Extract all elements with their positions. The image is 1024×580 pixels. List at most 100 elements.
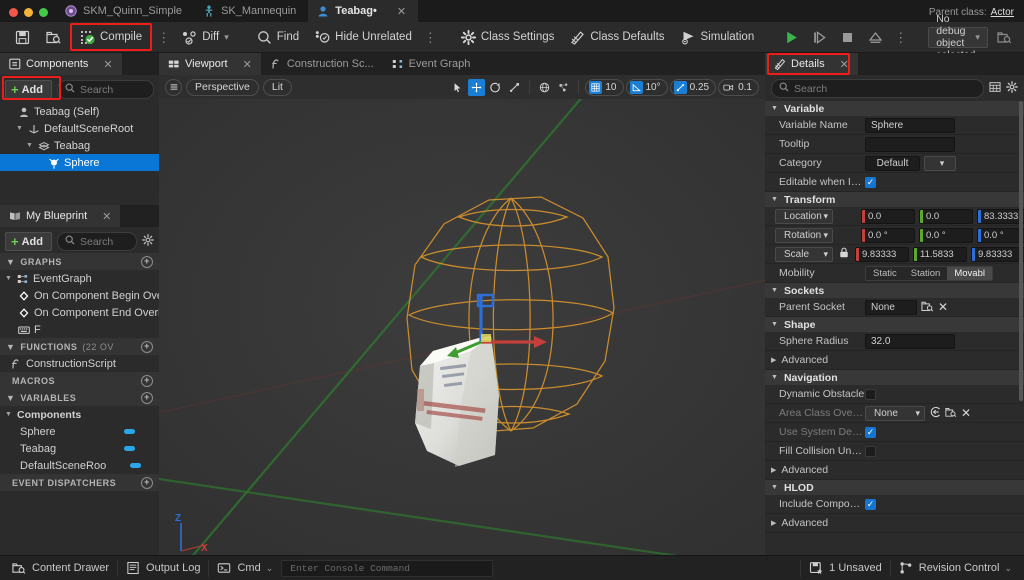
my-blueprint-search-input[interactable]: Search <box>56 232 137 251</box>
scale-tool-button[interactable] <box>506 79 523 96</box>
window-controls[interactable] <box>0 8 56 22</box>
clear-socket-icon[interactable]: ✕ <box>938 300 948 314</box>
property-row-shape-advanced[interactable]: ▶ Advanced <box>765 351 1024 370</box>
caret-icon[interactable]: ▼ <box>771 321 778 328</box>
area-class-override-dropdown[interactable]: None ▾ <box>865 405 925 421</box>
revision-control-button[interactable]: Revision Control ⌄ <box>891 558 1020 578</box>
document-tab-skm-quinn-simple[interactable]: SKM_Quinn_Simple <box>56 0 194 22</box>
category-value[interactable]: Default <box>865 155 920 171</box>
close-icon[interactable]: ✕ <box>103 58 112 71</box>
output-log-button[interactable]: Output Log <box>118 558 208 578</box>
scale-dropdown[interactable]: Scale ▾ <box>775 246 833 262</box>
caret-icon[interactable]: ▼ <box>15 125 24 132</box>
add-macro-icon[interactable]: + <box>141 374 153 387</box>
section-header-event-dispatchers[interactable]: EVENT DISPATCHERS + <box>0 474 159 491</box>
caret-icon[interactable]: ▼ <box>4 275 13 282</box>
location-y-input[interactable]: 0.0 <box>919 208 973 224</box>
property-row-hlod-advanced[interactable]: ▶ Advanced <box>765 514 1024 533</box>
add-function-icon[interactable]: + <box>141 340 153 353</box>
mobility-static-button[interactable]: Static <box>866 266 904 280</box>
hide-unrelated-button[interactable]: Hide Unrelated <box>308 25 419 49</box>
details-category-navigation[interactable]: ▼ Navigation <box>765 370 1024 385</box>
property-row-navigation-advanced[interactable]: ▶ Advanced <box>765 461 1024 480</box>
close-tab-icon[interactable]: ✕ <box>397 5 406 18</box>
tooltip-input[interactable] <box>865 136 955 152</box>
tab-construction-script[interactable]: Construction Sc... <box>261 53 383 75</box>
find-button[interactable]: Find <box>250 25 306 49</box>
rotation-y-input[interactable]: 0.0 ° <box>919 227 973 243</box>
rotate-tool-button[interactable] <box>487 79 504 96</box>
move-tool-button[interactable] <box>468 78 486 96</box>
variable-name-input[interactable]: Sphere <box>865 117 955 133</box>
clear-area-class-icon[interactable]: ✕ <box>961 406 971 420</box>
section-header-variables[interactable]: ▼ VARIABLES + <box>0 389 159 406</box>
diff-chevron-down-icon[interactable]: ▾ <box>224 32 229 43</box>
camera-icon[interactable] <box>722 81 735 94</box>
tree-item-default-scene-root[interactable]: ▼ DefaultSceneRoot <box>0 120 159 137</box>
sphere-radius-input[interactable]: 32.0 <box>865 333 955 349</box>
class-settings-button[interactable]: Class Settings <box>454 25 562 49</box>
bp-item-key-f[interactable]: F <box>0 321 159 338</box>
browse-to-asset-button[interactable] <box>39 25 68 49</box>
my-blueprint-settings-gear-icon[interactable] <box>142 234 154 249</box>
surface-snap-button[interactable] <box>555 79 572 96</box>
hide-unrelated-kebab-icon[interactable]: ⋮ <box>421 31 440 44</box>
grid-snap-control[interactable]: 10 <box>585 78 624 96</box>
section-header-graphs[interactable]: ▼ GRAPHS + <box>0 253 159 270</box>
parent-socket-value[interactable]: None <box>865 299 917 315</box>
eject-button[interactable] <box>863 25 888 49</box>
tab-components[interactable]: Components ✕ <box>0 53 122 75</box>
location-x-input[interactable]: 0.0 <box>861 208 915 224</box>
debug-object-selector[interactable]: No debug object selected ▾ <box>928 13 988 61</box>
caret-icon[interactable]: ▼ <box>771 374 778 381</box>
viewport-menu-button[interactable] <box>165 78 182 96</box>
tab-event-graph[interactable]: Event Graph <box>383 53 480 75</box>
grid-snap-icon[interactable] <box>589 80 603 94</box>
details-category-sockets[interactable]: ▼ Sockets <box>765 283 1024 298</box>
close-icon[interactable]: ✕ <box>102 210 111 223</box>
add-graph-icon[interactable]: + <box>141 255 153 268</box>
caret-icon[interactable]: ▼ <box>4 411 13 418</box>
tab-details[interactable]: Details ✕ <box>765 53 858 75</box>
location-dropdown[interactable]: Location ▾ <box>775 208 833 224</box>
diff-button[interactable]: Diff ▾ <box>175 25 236 49</box>
close-icon[interactable]: ✕ <box>243 58 252 71</box>
rotation-dropdown[interactable]: Rotation ▾ <box>775 227 833 243</box>
close-window-button[interactable] <box>9 8 18 17</box>
caret-right-icon[interactable]: ▶ <box>771 466 776 474</box>
bp-variable-teabag[interactable]: Teabag <box>0 440 159 457</box>
caret-icon[interactable]: ▼ <box>6 257 15 267</box>
maximize-window-button[interactable] <box>39 8 48 17</box>
console-command-input[interactable]: Enter Console Command <box>281 559 494 577</box>
tree-item-teabag[interactable]: ▼ Teabag <box>0 137 159 154</box>
bp-item-on-component-end-overlap[interactable]: On Component End Overlap <box>0 304 159 321</box>
details-search-input[interactable]: Search <box>771 79 984 98</box>
section-header-functions[interactable]: ▼ FUNCTIONS (22 OV + <box>0 338 159 355</box>
compile-button[interactable]: Compile <box>74 25 148 49</box>
scale-z-input[interactable]: 9.83333 <box>971 246 1024 262</box>
caret-icon[interactable]: ▼ <box>6 342 15 352</box>
select-tool-button[interactable] <box>449 79 466 96</box>
category-dropdown-button[interactable]: ▾ <box>924 155 956 171</box>
angle-snap-control[interactable]: 10° <box>625 78 668 96</box>
section-header-macros[interactable]: MACROS + <box>0 372 159 389</box>
details-category-transform[interactable]: ▼ Transform <box>765 192 1024 207</box>
angle-snap-icon[interactable] <box>629 80 643 94</box>
caret-right-icon[interactable]: ▶ <box>771 356 776 364</box>
caret-icon[interactable]: ▼ <box>771 287 778 294</box>
scale-snap-control[interactable]: 0.25 <box>669 78 717 96</box>
tree-item-sphere[interactable]: Sphere <box>0 154 159 171</box>
bp-item-construction-script[interactable]: ConstructionScript <box>0 355 159 372</box>
details-scrollbar[interactable] <box>1019 101 1023 401</box>
add-event-dispatcher-icon[interactable]: + <box>141 476 153 489</box>
scale-snap-icon[interactable] <box>673 80 687 94</box>
step-button[interactable] <box>807 25 832 49</box>
viewport-3d-canvas[interactable]: Z X <box>159 99 765 555</box>
caret-icon[interactable]: ▼ <box>771 105 778 112</box>
stop-button[interactable] <box>835 25 860 49</box>
browse-socket-icon[interactable] <box>921 300 934 315</box>
compile-options-kebab-icon[interactable]: ⋮ <box>154 31 173 44</box>
bp-item-event-graph[interactable]: ▼ EventGraph <box>0 270 159 287</box>
parent-class-value[interactable]: Actor <box>991 7 1014 18</box>
document-tab-sk-mannequin[interactable]: SK_Mannequin <box>194 0 308 22</box>
